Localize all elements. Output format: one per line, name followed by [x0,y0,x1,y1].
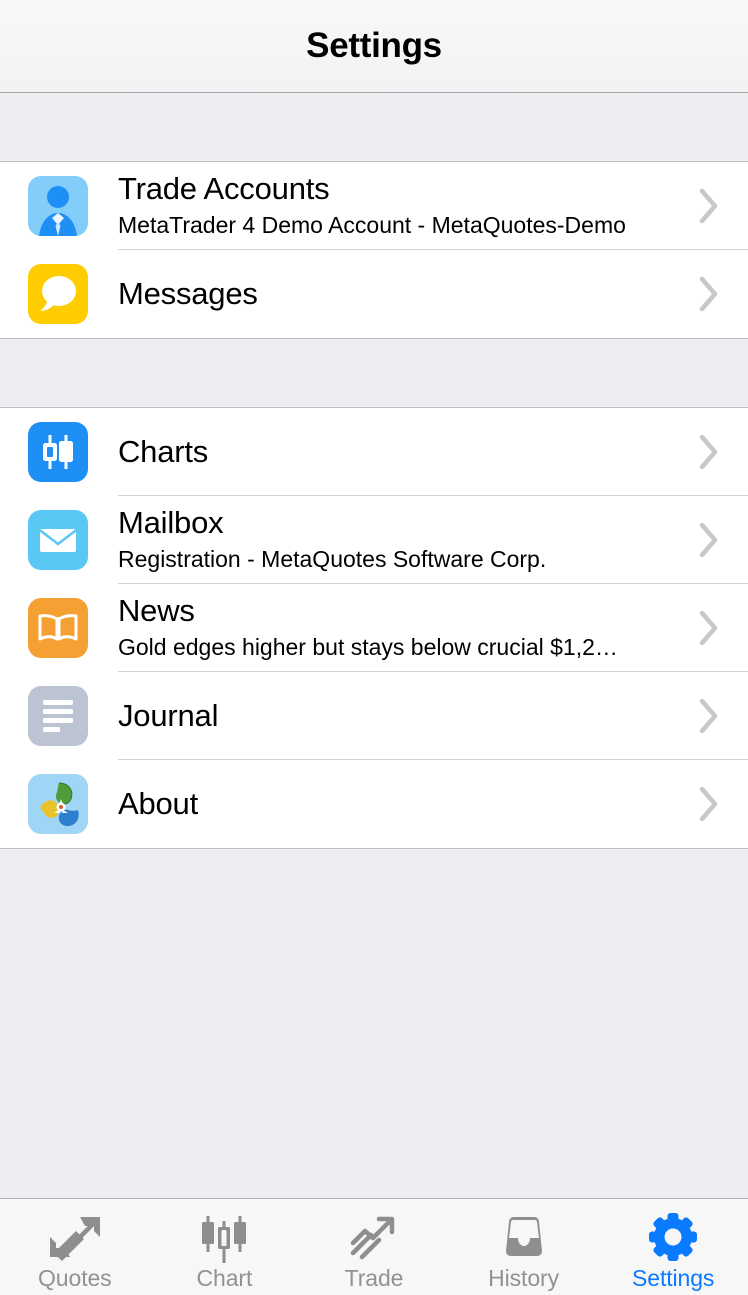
chevron-right-icon [684,672,734,760]
settings-row-text: Journal [118,699,684,734]
rising-arrow-icon [345,1211,403,1263]
settings-row-text: About [118,787,684,822]
tab-trade[interactable]: Trade [299,1199,449,1295]
row-title: Messages [118,276,258,311]
chevron-right-icon [684,496,734,584]
settings-row-text: Charts [118,435,684,470]
tab-label: Trade [344,1264,404,1291]
settings-row-mailbox[interactable]: Mailbox Registration - MetaQuotes Softwa… [0,496,748,584]
tab-label: Settings [632,1264,715,1291]
tab-quotes[interactable]: Quotes [0,1199,150,1295]
person-suit-icon [28,176,88,236]
section-tools: Charts Mailbox Registration - MetaQuotes… [0,407,748,849]
settings-row-trade-accounts[interactable]: Trade Accounts MetaTrader 4 Demo Account… [0,162,748,250]
tab-bar: Quotes Chart Trade History Settings [0,1198,748,1295]
chevron-right-icon [684,760,734,848]
section-gap-top [0,93,748,161]
row-title: News [118,594,195,629]
chevron-right-icon [684,250,734,338]
candlestick-icon [28,422,88,482]
chevron-right-icon [684,408,734,496]
settings-list: Trade Accounts MetaTrader 4 Demo Account… [0,93,748,1198]
row-subtitle: Registration - MetaQuotes Software Corp. [118,545,547,572]
row-title: Charts [118,434,209,469]
row-subtitle: MetaTrader 4 Demo Account - MetaQuotes-D… [118,211,626,238]
page-title: Settings [306,26,442,65]
inbox-tray-icon [495,1211,553,1263]
document-lines-icon [28,686,88,746]
section-accounts: Trade Accounts MetaTrader 4 Demo Account… [0,161,748,339]
row-title: About [118,786,199,821]
settings-row-about[interactable]: About [0,760,748,848]
settings-screen: Settings Trade Accounts MetaTrader 4 Dem… [0,0,748,1295]
settings-row-charts[interactable]: Charts [0,408,748,496]
settings-row-text: Trade Accounts MetaTrader 4 Demo Account… [118,172,684,239]
tab-label: Chart [196,1264,253,1291]
tab-settings[interactable]: Settings [598,1199,748,1295]
chevron-right-icon [684,584,734,672]
settings-row-text: Messages [118,277,684,312]
open-book-icon [28,598,88,658]
row-title: Trade Accounts [118,172,330,207]
row-subtitle: Gold edges higher but stays below crucia… [118,633,618,660]
settings-row-news[interactable]: News Gold edges higher but stays below c… [0,584,748,672]
speech-bubble-icon [28,264,88,324]
settings-row-text: News Gold edges higher but stays below c… [118,594,684,661]
row-title: Mailbox [118,506,224,541]
tab-label: History [488,1264,560,1291]
settings-row-messages[interactable]: Messages [0,250,748,338]
candlestick-icon [195,1211,253,1263]
envelope-icon [28,510,88,570]
gear-icon [644,1211,702,1263]
settings-row-text: Mailbox Registration - MetaQuotes Softwa… [118,506,684,573]
chevron-right-icon [684,162,734,250]
settings-row-journal[interactable]: Journal [0,672,748,760]
row-title: Journal [118,698,219,733]
tab-chart[interactable]: Chart [150,1199,300,1295]
tab-label: Quotes [38,1264,112,1291]
metaquotes-logo-icon [28,774,88,834]
tab-history[interactable]: History [449,1199,599,1295]
two-arrows-icon [44,1211,106,1263]
navigation-bar: Settings [0,0,748,93]
section-gap-middle [0,339,748,407]
